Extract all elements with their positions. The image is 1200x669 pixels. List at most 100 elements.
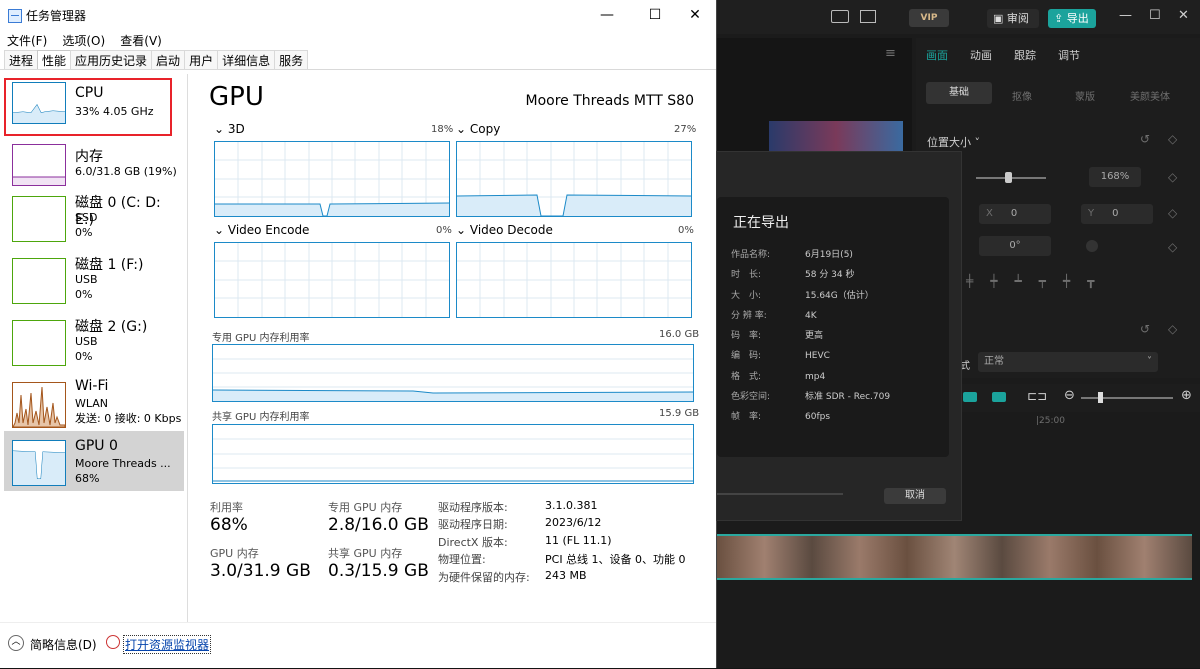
rotation-input[interactable]: 0°	[979, 236, 1051, 256]
info-value: 11 (FL 11.1)	[545, 534, 612, 547]
menu-view[interactable]: 查看(V)	[120, 34, 162, 48]
engine-name: Copy	[469, 122, 501, 136]
stat-value: 3.0/31.9 GB	[210, 561, 311, 581]
keyframe-icon[interactable]: ◇	[1168, 206, 1177, 220]
stat-value: 68%	[210, 515, 248, 535]
review-button[interactable]: ▣ 审阅	[987, 9, 1039, 28]
x-input[interactable]: X0	[979, 204, 1051, 224]
resource-item-gpu0[interactable]: GPU 0 Moore Threads ... 68%	[4, 431, 184, 491]
export-value: 更高	[805, 331, 824, 342]
chevron-up-icon[interactable]: ︿	[8, 635, 24, 651]
subtab-cutout[interactable]: 抠像	[1012, 88, 1032, 103]
tab-users[interactable]: 用户	[184, 50, 219, 70]
info-value: 3.1.0.381	[545, 499, 598, 512]
fewer-details-link[interactable]: 简略信息(D)	[30, 636, 97, 653]
export-button[interactable]: ⇪ 导出	[1048, 9, 1096, 28]
tab-services[interactable]: 服务	[274, 50, 309, 70]
resource-detail: USB	[75, 335, 98, 348]
export-info-panel: 正在导出 作品名称: 时 长: 大 小: 分 辨 率: 码 率: 编 码: 格 …	[717, 197, 949, 457]
keyframe-icon[interactable]: ◇	[1168, 322, 1177, 336]
subtab-mask[interactable]: 蒙版	[1075, 88, 1095, 103]
tab-adjust[interactable]: 调节	[1058, 47, 1080, 63]
tab-details[interactable]: 详细信息	[217, 50, 276, 70]
snap-icon[interactable]	[963, 392, 977, 402]
open-resource-monitor-link[interactable]: 打开资源监视器	[123, 635, 212, 654]
subtab-basic[interactable]: 基础	[926, 82, 992, 104]
keyboard-icon[interactable]	[831, 10, 849, 23]
resource-item-disk2[interactable]: 磁盘 2 (G:) USB 0%	[4, 314, 184, 374]
minimize-button[interactable]: —	[584, 0, 630, 30]
rotation-dial[interactable]	[1086, 240, 1098, 252]
export-value: 4K	[805, 310, 817, 321]
close-editor-button[interactable]: ✕	[1178, 8, 1189, 23]
y-input[interactable]: Y0	[1081, 204, 1153, 224]
engine-graph-encode	[214, 242, 450, 318]
engine-selector-copy[interactable]: ⌄ Copy	[456, 122, 500, 136]
align-icons[interactable]: ╪┿┷┯┿┳	[966, 274, 1111, 288]
export-keys: 作品名称: 时 长: 大 小: 分 辨 率: 码 率: 编 码: 格 式: 色彩…	[731, 245, 770, 428]
stat-label: 利用率	[210, 501, 243, 514]
title-bar[interactable]: 任务管理器 — ☐ ✕	[0, 0, 716, 30]
stat-label: 共享 GPU 内存	[328, 547, 403, 560]
tab-animation[interactable]: 动画	[970, 47, 992, 63]
maximize-editor-button[interactable]: ☐	[1149, 8, 1161, 23]
layout-icon[interactable]	[860, 10, 876, 23]
zoom-slider[interactable]	[1081, 397, 1173, 399]
tab-performance[interactable]: 性能	[37, 50, 72, 70]
tab-startup[interactable]: 启动	[151, 50, 186, 70]
tab-processes[interactable]: 进程	[4, 50, 39, 70]
menu-icon[interactable]: ≡	[885, 46, 896, 61]
resource-item-disk0[interactable]: 磁盘 0 (C: D: E:) SSD 0%	[4, 190, 184, 250]
chevron-down-icon: ⌄	[214, 223, 228, 237]
export-title: 正在导出	[733, 215, 789, 231]
export-key: 时 长:	[731, 270, 762, 281]
tab-app-history[interactable]: 应用历史记录	[70, 50, 153, 70]
engine-selector-decode[interactable]: ⌄ Video Decode	[456, 223, 553, 237]
link-icon[interactable]	[992, 392, 1006, 402]
subtab-beauty[interactable]: 美颜美体	[1130, 88, 1170, 103]
scale-input[interactable]: 168%	[1089, 167, 1141, 187]
wifi-thumbnail	[12, 382, 66, 428]
resource-item-memory[interactable]: 内存 6.0/31.8 GB (19%)	[4, 138, 184, 198]
keyframe-icon[interactable]: ◇	[1168, 132, 1177, 146]
vip-badge[interactable]: VIP	[909, 9, 949, 27]
video-clip-track[interactable]	[717, 534, 1192, 580]
cancel-export-button[interactable]: 取消	[884, 488, 946, 504]
zoom-slider-handle[interactable]	[1098, 392, 1103, 403]
engine-graph-3d	[214, 141, 450, 217]
engine-pct: 0%	[678, 225, 694, 236]
resource-detail: SSD	[75, 211, 98, 224]
resource-item-disk1[interactable]: 磁盘 1 (F:) USB 0%	[4, 252, 184, 312]
keyframe-icon[interactable]: ◇	[1168, 170, 1177, 184]
keyframe-icon[interactable]: ◇	[1168, 240, 1177, 254]
position-size-text: 位置大小	[927, 136, 971, 149]
engine-selector-3d[interactable]: ⌄ 3D	[214, 122, 245, 136]
resource-detail: USB	[75, 273, 98, 286]
minimize-editor-button[interactable]: —	[1119, 8, 1132, 23]
blend-mode-select[interactable]: 正常 ˅	[978, 352, 1158, 372]
split-icon[interactable]: ⊏⊐	[1027, 389, 1047, 403]
resource-item-wifi[interactable]: Wi-Fi WLAN 发送: 0 接收: 0 Kbps	[4, 376, 184, 436]
export-value: 6月19日(5)	[805, 250, 853, 260]
scale-slider-handle[interactable]	[1005, 172, 1012, 183]
resource-name: 磁盘 1 (F:)	[75, 257, 144, 273]
close-button[interactable]: ✕	[672, 0, 718, 30]
reset-icon[interactable]: ↺	[1140, 132, 1150, 146]
export-key: 大 小:	[731, 290, 762, 301]
editor-toolbar: VIP ▣ 审阅 ⇪ 导出 — ☐ ✕	[717, 0, 1200, 34]
export-value: HEVC	[805, 351, 830, 362]
zoom-out-icon[interactable]: ⊖	[1064, 388, 1075, 403]
tab-tracking[interactable]: 跟踪	[1014, 47, 1036, 63]
export-value: 标准 SDR - Rec.709	[805, 392, 891, 403]
memory-thumbnail	[12, 144, 66, 186]
engine-selector-encode[interactable]: ⌄ Video Encode	[214, 223, 309, 237]
menu-options[interactable]: 选项(O)	[62, 34, 105, 48]
export-key: 码 率:	[731, 331, 762, 342]
tab-picture[interactable]: 画面	[926, 47, 948, 63]
gpu-model: Moore Threads MTT S80	[525, 93, 694, 109]
chevron-down-icon: ˅	[1147, 356, 1152, 367]
pane-divider[interactable]	[187, 74, 188, 622]
menu-file[interactable]: 文件(F)	[7, 34, 47, 48]
zoom-in-icon[interactable]: ⊕	[1181, 388, 1192, 403]
reset-icon[interactable]: ↺	[1140, 322, 1150, 336]
